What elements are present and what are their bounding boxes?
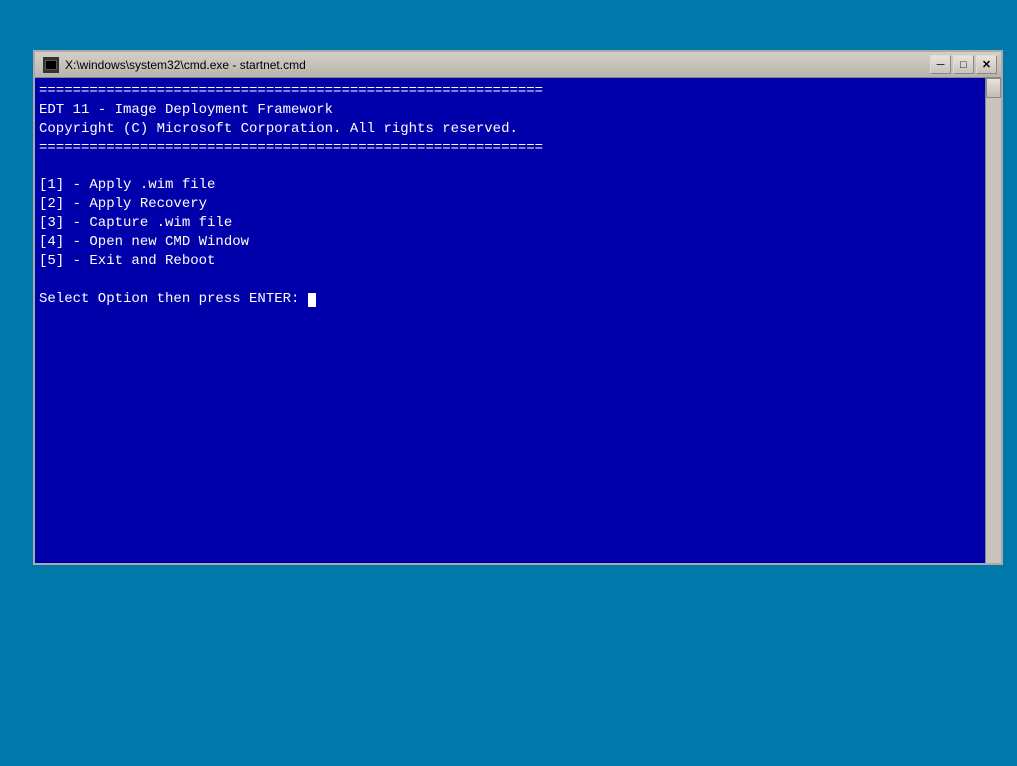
title-bar: X:\windows\system32\cmd.exe - startnet.c… bbox=[35, 52, 1001, 78]
close-button[interactable]: ✕ bbox=[976, 55, 997, 74]
line1: EDT 11 - Image Deployment Framework bbox=[39, 102, 333, 118]
cmd-window[interactable]: X:\windows\system32\cmd.exe - startnet.c… bbox=[33, 50, 1003, 565]
scrollbar-thumb[interactable] bbox=[986, 78, 1001, 98]
separator-bottom: ========================================… bbox=[39, 140, 543, 156]
cmd-icon bbox=[43, 57, 59, 73]
menu-item-2: [2] - Apply Recovery bbox=[39, 196, 207, 212]
minimize-button[interactable]: ─ bbox=[930, 55, 951, 74]
scrollbar[interactable] bbox=[985, 78, 1001, 563]
console-content: ========================================… bbox=[39, 82, 997, 309]
restore-button[interactable]: □ bbox=[953, 55, 974, 74]
console-body[interactable]: ========================================… bbox=[35, 78, 1001, 563]
line2: Copyright (C) Microsoft Corporation. All… bbox=[39, 121, 518, 137]
menu-item-3: [3] - Capture .wim file bbox=[39, 215, 232, 231]
cursor bbox=[308, 293, 316, 307]
menu-item-4: [4] - Open new CMD Window bbox=[39, 234, 249, 250]
prompt: Select Option then press ENTER: bbox=[39, 291, 308, 307]
menu-item-5: [5] - Exit and Reboot bbox=[39, 253, 215, 269]
title-bar-left: X:\windows\system32\cmd.exe - startnet.c… bbox=[43, 57, 306, 73]
menu-item-1: [1] - Apply .wim file bbox=[39, 177, 215, 193]
title-buttons: ─ □ ✕ bbox=[930, 55, 997, 74]
window-title: X:\windows\system32\cmd.exe - startnet.c… bbox=[65, 58, 306, 72]
cmd-icon-inner bbox=[45, 60, 57, 70]
separator-top: ========================================… bbox=[39, 83, 543, 99]
